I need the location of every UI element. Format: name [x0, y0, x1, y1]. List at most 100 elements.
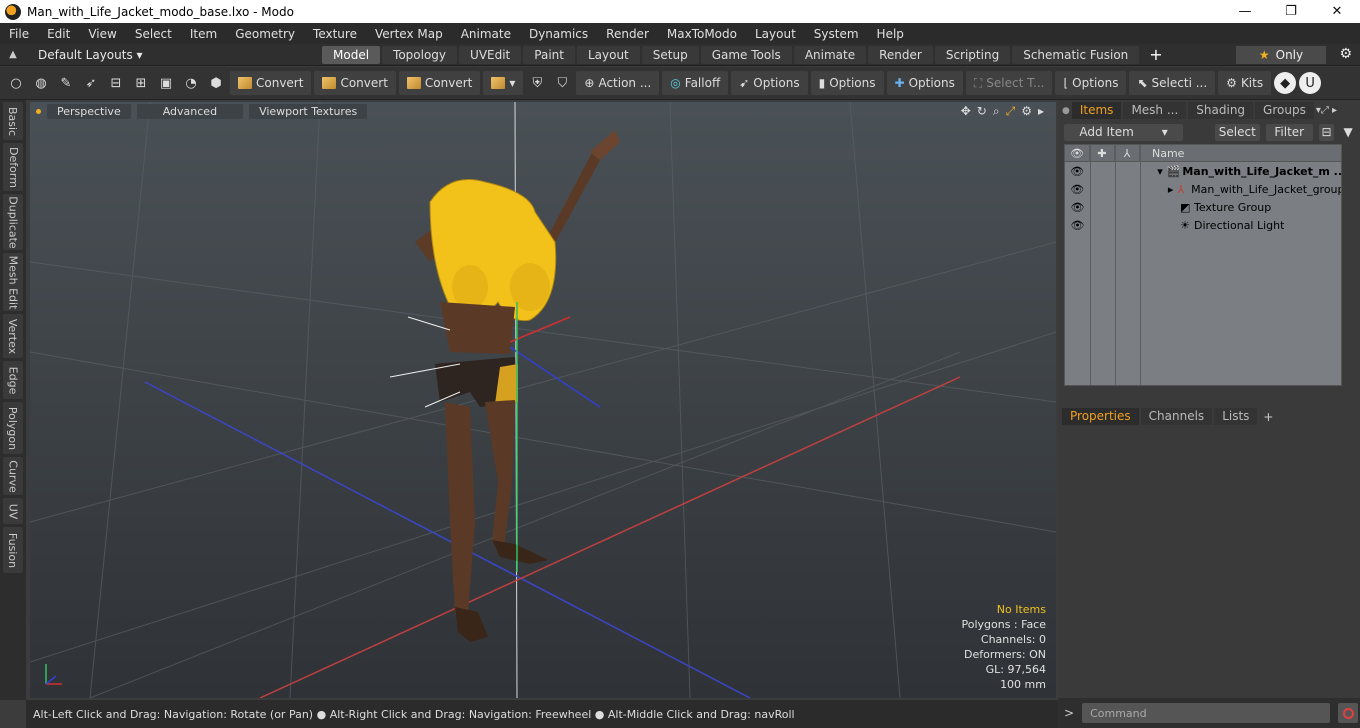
- tab-setup[interactable]: Setup: [641, 45, 699, 64]
- tab-render[interactable]: Render: [868, 45, 933, 64]
- menu-item[interactable]: Item: [181, 27, 226, 41]
- only-toggle[interactable]: ★ Only: [1236, 46, 1326, 64]
- options-button-1[interactable]: ➹ Options: [731, 71, 808, 95]
- menu-select[interactable]: Select: [126, 27, 181, 41]
- tab-schematic-fusion[interactable]: Schematic Fusion: [1012, 45, 1140, 64]
- falloff-button[interactable]: ◎ Falloff: [662, 71, 729, 95]
- action-center-button[interactable]: ⊕ Action ...: [576, 71, 660, 95]
- layouts-menu-icon[interactable]: ▲: [0, 49, 26, 60]
- menu-edit[interactable]: Edit: [38, 27, 79, 41]
- menu-maxtomodo[interactable]: MaxToModo: [658, 27, 746, 41]
- tab-layout[interactable]: Layout: [576, 45, 640, 64]
- list-item[interactable]: 👁 ▾ 🎬 Man_with_Life_Jacket_m ...: [1065, 162, 1341, 180]
- menu-dynamics[interactable]: Dynamics: [520, 27, 597, 41]
- tab-uvedit[interactable]: UVEdit: [459, 45, 522, 64]
- vtab-basic[interactable]: Basic: [3, 102, 23, 140]
- record-macro-icon[interactable]: [1338, 703, 1359, 723]
- select-button[interactable]: Select: [1214, 123, 1260, 141]
- eye-icon[interactable]: 👁: [1065, 201, 1090, 214]
- tab-scripting[interactable]: Scripting: [934, 45, 1011, 64]
- tab-topology[interactable]: Topology: [382, 45, 458, 64]
- perspective-tab[interactable]: Perspective: [47, 104, 131, 119]
- settings-gear-icon[interactable]: ⚙: [1339, 46, 1352, 62]
- minimize-button[interactable]: —: [1222, 0, 1268, 23]
- tab-channels[interactable]: Channels: [1140, 408, 1213, 425]
- options-button-2[interactable]: ▮ Options: [810, 71, 884, 95]
- filter-button[interactable]: Filter: [1265, 123, 1313, 141]
- vtab-polygon[interactable]: Polygon: [3, 402, 23, 454]
- tab-shading[interactable]: Shading: [1188, 102, 1254, 119]
- brush-tool-icon[interactable]: ➶: [80, 72, 102, 94]
- viewport-textures-tab[interactable]: Viewport Textures: [249, 104, 368, 119]
- expand-arrow-icon[interactable]: ▾: [1138, 165, 1167, 178]
- 3d-viewport[interactable]: Perspective Advanced Viewport Textures ✥…: [30, 102, 1056, 698]
- tab-game-tools[interactable]: Game Tools: [700, 45, 792, 64]
- vtab-mesh-edit[interactable]: Mesh Edit: [3, 253, 23, 311]
- tab-model[interactable]: Model: [322, 45, 381, 64]
- viewport-expand-icon[interactable]: ▸: [1038, 104, 1044, 119]
- name-column-header[interactable]: Name: [1140, 147, 1184, 160]
- funnel-icon[interactable]: ▼: [1340, 124, 1356, 141]
- expand-arrow-icon[interactable]: ▸: [1138, 183, 1177, 196]
- close-button[interactable]: ✕: [1314, 0, 1360, 23]
- menu-animate[interactable]: Animate: [452, 27, 520, 41]
- items-mode-icon[interactable]: ▣: [155, 72, 177, 94]
- convert-button-2[interactable]: Convert: [314, 71, 396, 95]
- tab-properties[interactable]: Properties: [1062, 408, 1139, 425]
- eye-icon[interactable]: 👁: [1065, 183, 1089, 196]
- tab-items[interactable]: Items: [1071, 102, 1122, 119]
- menu-layout[interactable]: Layout: [746, 27, 805, 41]
- vtab-vertex[interactable]: Vertex: [3, 314, 23, 358]
- polygons-mode-icon[interactable]: ⊞: [130, 72, 152, 94]
- shaded-cube-icon[interactable]: ⬢: [205, 72, 227, 94]
- advanced-tab[interactable]: Advanced: [136, 104, 244, 119]
- viewport-menu-dot-icon[interactable]: [36, 109, 41, 114]
- menu-view[interactable]: View: [79, 27, 125, 41]
- vtab-edge[interactable]: Edge: [3, 361, 23, 399]
- add-item-button[interactable]: Add Item ▾: [1064, 123, 1184, 141]
- options-button-4[interactable]: ⌊ Options: [1055, 71, 1127, 95]
- menu-geometry[interactable]: Geometry: [226, 27, 304, 41]
- kits-button[interactable]: ⚙ Kits: [1218, 71, 1272, 95]
- menu-vertex-map[interactable]: Vertex Map: [366, 27, 452, 41]
- vtab-duplicate[interactable]: Duplicate: [3, 194, 23, 250]
- convert-button-3[interactable]: Convert: [398, 71, 481, 95]
- vertices-mode-icon[interactable]: ○: [5, 72, 27, 94]
- default-layouts-dropdown[interactable]: Default Layouts ▾: [26, 48, 322, 62]
- eye-icon[interactable]: 👁: [1065, 219, 1090, 232]
- maximize-button[interactable]: ❐: [1268, 0, 1314, 23]
- vtab-uv[interactable]: UV: [3, 498, 23, 524]
- cube-dropdown-button[interactable]: ▾: [483, 71, 524, 95]
- panel-collapse-icon[interactable]: ●: [1062, 106, 1070, 116]
- pen-tool-icon[interactable]: ✎: [55, 72, 77, 94]
- vtab-curve[interactable]: Curve: [3, 457, 23, 495]
- pan-icon[interactable]: ✥: [961, 104, 971, 119]
- vtab-deform[interactable]: Deform: [3, 143, 23, 191]
- collapse-icon[interactable]: ⊟: [1318, 123, 1335, 141]
- options-button-3[interactable]: ✚ Options: [886, 71, 963, 95]
- menu-system[interactable]: System: [805, 27, 868, 41]
- viewport-gear-icon[interactable]: ⚙: [1021, 104, 1032, 119]
- tab-mesh[interactable]: Mesh ...: [1123, 102, 1187, 119]
- list-item[interactable]: 👁 ☀ Directional Light: [1065, 216, 1341, 234]
- menu-file[interactable]: File: [0, 27, 38, 41]
- unity-icon[interactable]: ◆: [1274, 72, 1297, 94]
- add-tab-icon[interactable]: +: [1263, 410, 1273, 424]
- type-column-icon[interactable]: ⅄: [1115, 144, 1140, 162]
- selection-button[interactable]: ⬉ Selecti ...: [1129, 71, 1216, 95]
- select-through-button[interactable]: ⛶ Select T...: [965, 71, 1053, 95]
- edges-mode-icon[interactable]: ⊟: [105, 72, 127, 94]
- eye-icon[interactable]: 👁: [1065, 165, 1089, 178]
- vtab-fusion[interactable]: Fusion: [3, 527, 23, 573]
- globe-mode-icon[interactable]: ◍: [30, 72, 52, 94]
- fit-icon[interactable]: ⤢: [1006, 104, 1016, 119]
- zoom-icon[interactable]: ⌕: [993, 104, 1000, 119]
- materials-mode-icon[interactable]: ◔: [180, 72, 202, 94]
- tab-lists[interactable]: Lists: [1214, 408, 1258, 425]
- lock-column-icon[interactable]: ✚: [1090, 144, 1115, 162]
- menu-texture[interactable]: Texture: [304, 27, 366, 41]
- panel-menu-icon[interactable]: ▾⤢ ▸: [1316, 105, 1337, 116]
- add-layout-tab-icon[interactable]: +: [1149, 45, 1162, 64]
- convert-button-1[interactable]: Convert: [230, 71, 312, 95]
- unreal-icon[interactable]: U: [1299, 72, 1322, 94]
